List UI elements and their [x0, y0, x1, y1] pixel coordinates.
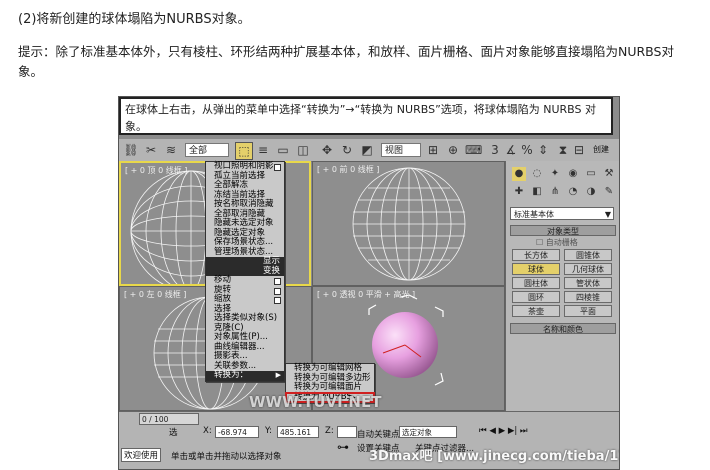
instruction-caption: 在球体上右击，从弹出的菜单中选择“转换为”→“转换为 NURBS”选项，将球体塌… [119, 97, 613, 135]
object-type-rollout[interactable]: 对象类型 [510, 225, 616, 236]
select-object-icon[interactable]: ⬚ [235, 142, 253, 160]
autokey-button[interactable]: 自动关键点 [357, 428, 400, 440]
x-label: X: [203, 426, 212, 436]
shapes-icon[interactable]: ◌ [530, 167, 544, 181]
cylinder-button[interactable]: 圆柱体 [512, 277, 560, 289]
angle-snap-icon[interactable]: ∡ [503, 142, 519, 158]
keyboard-shortcut-icon[interactable]: ⌨ [465, 142, 482, 158]
category-value: 标准基本体 [514, 210, 554, 219]
sphere-button[interactable]: 球体 [512, 263, 560, 275]
options-box-icon [274, 287, 281, 295]
autogrid-checkbox[interactable]: ☐ 自动栅格 [536, 237, 578, 248]
percent-snap-icon[interactable]: % [519, 142, 535, 158]
utilities-tab-icon[interactable]: ✎ [602, 185, 616, 199]
modify-tab-icon[interactable]: ◧ [530, 185, 544, 199]
tube-button[interactable]: 管状体 [564, 277, 612, 289]
chevron-down-icon: ▼ [604, 210, 611, 219]
reference-coord-select[interactable]: 视图 [381, 143, 421, 157]
geosphere-button[interactable]: 几何球体 [564, 263, 612, 275]
menu-item-label: 缩放 [214, 294, 232, 304]
y-coord-field[interactable]: 485.161 [277, 426, 319, 438]
pivot-icon[interactable]: ⊞ [425, 142, 441, 158]
pyramid-button[interactable]: 四棱锥 [564, 291, 612, 303]
menu-item-label: 移动 [214, 275, 232, 285]
step-heading: (2)将新创建的球体塌陷为NURBS对象。 [18, 12, 251, 27]
menu-item-label: 旋转 [214, 284, 232, 295]
time-slider[interactable]: 0 / 100 [139, 413, 199, 425]
z-label: Z: [325, 426, 334, 436]
motion-tab-icon[interactable]: ◔ [566, 185, 580, 199]
selection-filter-select[interactable]: 全部 [185, 143, 229, 157]
align-icon[interactable]: ⊟ [571, 142, 587, 158]
tip-text: 提示：除了标准基本体外，只有棱柱、环形结两种扩展基本体，和放样、面片栅格、面片对… [18, 44, 674, 79]
create-tab-icon[interactable]: ✚ [512, 185, 526, 199]
watermark-center: WWW.TUVI.NET [249, 393, 382, 411]
options-box-icon [274, 297, 281, 304]
spinner-snap-icon[interactable]: ⇕ [535, 142, 551, 158]
link-icon[interactable]: ⛓ [123, 142, 139, 158]
wire-sphere-front [352, 167, 466, 281]
scale-icon[interactable]: ◩ [359, 142, 375, 158]
x-coord-field[interactable]: -68.974 [215, 426, 259, 438]
prompt-text: 单击或单击并拖动以选择对象 [171, 452, 282, 462]
select-label: 选 [169, 428, 178, 438]
display-tab-icon[interactable]: ◑ [584, 185, 598, 199]
key-icon[interactable]: ⊶ [337, 440, 349, 454]
convert-to-menu-item[interactable]: 转换为： ▶ [206, 370, 284, 381]
quad-menu: 视口照明和阴影 孤立当前选择 全部解冻 冻结当前选择 按名称取消隐藏 全部取消隐… [205, 161, 285, 382]
command-panel: ● ◌ ✦ ◉ ▭ ⚒ ✚ ◧ ⋔ ◔ ◑ ✎ 标准基本体 ▼ 对象类型 ☐ 自… [505, 161, 619, 411]
teapot-button[interactable]: 茶壶 [512, 305, 560, 317]
menu-item-label: 视口照明和阴影 [214, 161, 274, 171]
watermark-bottom: 3Dmax吧 [www.jinecg.com/tieba/1771] [369, 449, 619, 464]
chevron-right-icon: ▶ [275, 371, 281, 379]
z-coord-field[interactable] [337, 426, 357, 438]
selected-object-select[interactable]: 选定对象 [399, 426, 457, 438]
cameras-icon[interactable]: ◉ [566, 167, 580, 181]
max-screenshot: 在球体上右击，从弹出的菜单中选择“转换为”→“转换为 NURBS”选项，将球体塌… [118, 96, 620, 470]
welcome-field: 欢迎使用 [121, 448, 162, 462]
select-manipulate-icon[interactable]: ⊕ [445, 142, 461, 158]
menu-item-label: 转换为： [214, 370, 249, 380]
helpers-icon[interactable]: ▭ [584, 167, 598, 181]
options-box-icon [274, 278, 281, 285]
panel-tabs: ● ◌ ✦ ◉ ▭ ⚒ ✚ ◧ ⋔ ◔ ◑ ✎ [508, 165, 618, 205]
hammer-icon[interactable]: ⚒ [602, 167, 616, 181]
torus-button[interactable]: 圆环 [512, 291, 560, 303]
autogrid-label: 自动栅格 [545, 238, 578, 247]
select-by-name-icon[interactable]: ≡ [255, 142, 271, 158]
unlink-icon[interactable]: ✂ [143, 142, 159, 158]
lights-icon[interactable]: ✦ [548, 167, 562, 181]
hierarchy-tab-icon[interactable]: ⋔ [548, 185, 562, 199]
create-tab-label: 创建 [593, 145, 609, 154]
bind-spacewarp-icon[interactable]: ≋ [163, 142, 179, 158]
y-label: Y: [265, 426, 272, 436]
move-icon[interactable]: ✥ [319, 142, 335, 158]
options-box-icon [274, 164, 281, 171]
name-color-rollout[interactable]: 名称和颜色 [510, 323, 616, 334]
snap-icon[interactable]: 3 [487, 142, 503, 158]
rect-selection-icon[interactable]: ▭ [275, 142, 291, 158]
playback-controls[interactable]: ⏮ ◀ ▶ ▶| ⏭ [479, 426, 528, 436]
rotate-icon[interactable]: ↻ [339, 142, 355, 158]
geometry-icon[interactable]: ● [512, 167, 526, 181]
plane-button[interactable]: 平面 [564, 305, 612, 317]
category-dropdown[interactable]: 标准基本体 ▼ [510, 207, 614, 220]
mirror-icon[interactable]: ⧗ [555, 142, 571, 158]
viewport-front[interactable]: [ + 0 前 0 线框 ] [312, 161, 505, 286]
cone-button[interactable]: 圆锥体 [564, 249, 612, 261]
main-toolbar: ⛓ ✂ ≋ 全部 ⬚ ≡ ▭ ◫ ✥ ↻ ◩ 视图 ⊞ ⊕ ⌨ 3 ∡ % ⇕ … [119, 139, 619, 162]
window-crossing-icon[interactable]: ◫ [295, 142, 311, 158]
box-button[interactable]: 长方体 [512, 249, 560, 261]
